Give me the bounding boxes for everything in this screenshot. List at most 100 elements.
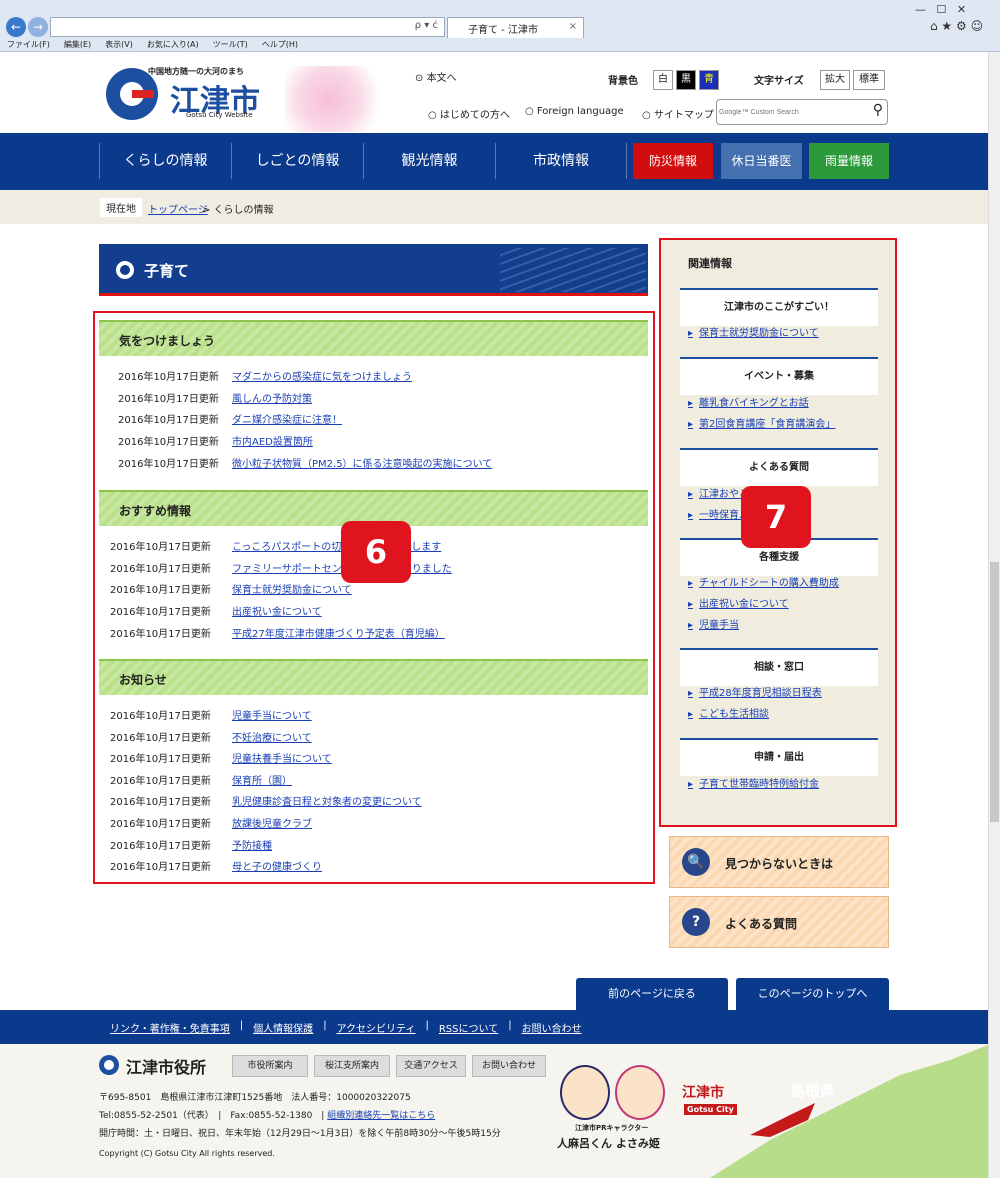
footer-btn-sakurae[interactable]: 桜江支所案内: [314, 1055, 390, 1077]
breadcrumb-top-link[interactable]: トップページ: [148, 201, 208, 216]
link-first-visit[interactable]: ○ はじめての方へ: [428, 106, 510, 121]
footer-link-accessibility[interactable]: アクセシビリティ: [327, 1020, 426, 1044]
back-page-button[interactable]: 前のページに戻る: [576, 978, 728, 1010]
page-top-button[interactable]: このページのトップへ: [736, 978, 889, 1010]
footer-btn-cityhall[interactable]: 市役所案内: [232, 1055, 308, 1077]
mascot-names: 人麻呂くん よさみ姫: [557, 1137, 660, 1150]
menu-edit[interactable]: 編集(E): [64, 38, 91, 52]
site-search[interactable]: ⚲: [716, 99, 888, 125]
footer-directory-link[interactable]: 組織別連絡先一覧はこちら: [327, 1111, 435, 1121]
list-item: 2016年10月17日更新 出産祝い金について: [110, 603, 650, 623]
list-link[interactable]: 市内AED設置箇所: [232, 433, 313, 453]
breadcrumb-label: 現在地: [100, 198, 142, 217]
list-link[interactable]: 不妊治療について: [232, 729, 312, 749]
list-link[interactable]: 児童手当について: [232, 707, 312, 727]
footer-btn-contact[interactable]: お問い合わせ: [472, 1055, 546, 1077]
sidebar-link[interactable]: 子育て世帯臨時特例給付金: [688, 775, 819, 790]
footer-btn-access[interactable]: 交通アクセス: [396, 1055, 466, 1077]
mascot-yosami-icon: [615, 1065, 665, 1120]
flower-decoration: [285, 66, 395, 132]
list-link[interactable]: 児童扶養手当について: [232, 750, 332, 770]
sidebar-link[interactable]: 出産祝い金について: [688, 595, 789, 610]
nav-disaster[interactable]: 防災情報: [633, 143, 713, 179]
sidebar-link[interactable]: 第2回食育講座「食育講演会」: [688, 415, 835, 430]
sidebar-link[interactable]: 保育士就労奨励金について: [688, 324, 819, 339]
bg-blue-button[interactable]: 青: [699, 70, 719, 90]
address-bar[interactable]: ρ ▾ ċ: [50, 17, 445, 37]
menu-file[interactable]: ファイル(F): [7, 38, 50, 52]
sidebar-group-heading: 相談・窓口: [680, 648, 878, 686]
list-link[interactable]: マダニからの感染症に気をつけましょう: [232, 368, 412, 388]
list-item: 2016年10月17日更新 ダニ媒介感染症に注意！: [118, 411, 658, 431]
sidebar-link[interactable]: 児童手当: [688, 616, 739, 631]
footer-link-legal[interactable]: リンク・著作権・免責事項: [100, 1020, 240, 1044]
menu-help[interactable]: ヘルプ(H): [262, 38, 298, 52]
footer-link-rss[interactable]: RSSについて: [429, 1020, 508, 1044]
list-link[interactable]: 乳児健康診査日程と対象者の変更について: [232, 793, 422, 813]
nav-holiday-doctor[interactable]: 休日当番医: [721, 143, 802, 179]
menu-view[interactable]: 表示(V): [105, 38, 133, 52]
sidebar-link[interactable]: こども生活相談: [688, 705, 769, 720]
footer-link-privacy[interactable]: 個人情報保護: [243, 1020, 323, 1044]
footer-link-contact[interactable]: お問い合わせ: [512, 1020, 592, 1044]
list-link[interactable]: 放課後児童クラブ: [232, 815, 312, 835]
list-link[interactable]: 母と子の健康づくり: [232, 858, 322, 878]
bg-black-button[interactable]: 黒: [676, 70, 696, 90]
list-link[interactable]: 平成27年度江津市健康づくり予定表（育児編）: [232, 625, 445, 645]
font-standard-button[interactable]: 標準: [853, 70, 885, 90]
bg-white-button[interactable]: 白: [653, 70, 673, 90]
sidebar-title: 関連情報: [688, 257, 732, 270]
site-search-input[interactable]: [719, 101, 859, 123]
search-icon[interactable]: ⚲: [873, 102, 883, 118]
question-icon: ?: [682, 908, 710, 936]
breadcrumb-current: > くらしの情報: [202, 205, 274, 216]
sidebar-link[interactable]: 一時保育…: [688, 506, 749, 521]
font-size-label: 文字サイズ: [754, 76, 804, 87]
list-item: 2016年10月17日更新 保育所（園）: [110, 772, 650, 792]
mascot-caption: 江津市PRキャラクター: [575, 1124, 649, 1132]
nav-work[interactable]: しごとの情報: [231, 143, 363, 179]
site-name-en: Gotsu City Website: [186, 111, 253, 119]
search-icon[interactable]: ρ ▾ ċ: [415, 20, 438, 31]
faq-label: よくある質問: [725, 917, 798, 931]
not-found-label: 見つからないときは: [725, 857, 834, 871]
footer-links: リンク・著作権・免責事項 | 個人情報保護 | アクセシビリティ | RSSについて |…: [0, 1010, 988, 1044]
list-link[interactable]: 微小粒子状物質（PM2.5）に係る注意喚起の実施について: [232, 455, 492, 475]
forward-icon[interactable]: →: [28, 17, 48, 37]
list-item: 2016年10月17日更新 乳児健康診査日程と対象者の変更について: [110, 793, 650, 813]
link-sitemap[interactable]: ○ サイトマップ: [642, 106, 714, 121]
skip-link[interactable]: ⊙ 本文へ: [415, 69, 457, 84]
title-circle-icon: [116, 261, 134, 279]
link-foreign-language[interactable]: ○ Foreign language: [525, 106, 624, 117]
sidebar-link[interactable]: 離乳食バイキングとお話: [688, 394, 809, 409]
list-link[interactable]: 予防接種: [232, 837, 272, 857]
menu-tools[interactable]: ツール(T): [213, 38, 248, 52]
sidebar-group-heading: 申請・届出: [680, 738, 878, 776]
nav-living[interactable]: くらしの情報: [99, 143, 231, 179]
sidebar-link[interactable]: チャイルドシートの購入費助成: [688, 574, 839, 589]
sidebar-group-heading: イベント・募集: [680, 357, 878, 395]
bg-label: 背景色: [608, 76, 638, 87]
list-link[interactable]: 保育所（園）: [232, 772, 292, 792]
list-link[interactable]: 風しんの予防対策: [232, 390, 312, 410]
list-link[interactable]: 出産祝い金について: [232, 603, 322, 623]
scrollbar[interactable]: [988, 52, 1000, 1178]
list-link[interactable]: 保育士就労奨励金について: [232, 581, 352, 601]
window-controls[interactable]: — ☐ ✕: [915, 3, 966, 16]
menu-favorites[interactable]: お気に入り(A): [147, 38, 199, 52]
list-item: 2016年10月17日更新 児童手当について: [110, 707, 650, 727]
sidebar-link[interactable]: 平成28年度育児相談日程表: [688, 684, 822, 699]
nav-tourism[interactable]: 観光情報: [363, 143, 495, 179]
list-item: 2016年10月17日更新 保育士就労奨励金について: [110, 581, 650, 601]
font-enlarge-button[interactable]: 拡大: [820, 70, 850, 90]
close-tab-icon[interactable]: ×: [569, 21, 577, 32]
list-link[interactable]: ダニ媒介感染症に注意！: [232, 411, 342, 431]
toolbar-icons[interactable]: ⌂ ★ ⚙ ☺: [930, 19, 983, 33]
browser-tab[interactable]: 子育て - 江津市 ×: [447, 17, 584, 38]
back-icon[interactable]: ←: [6, 17, 26, 37]
footer-logo-icon: [99, 1055, 119, 1075]
globe-search-icon: 🔍: [682, 848, 710, 876]
nav-rainfall[interactable]: 雨量情報: [809, 143, 889, 179]
footer-copyright: Copyright (C) Gotsu City All rights rese…: [99, 1149, 275, 1158]
nav-city-admin[interactable]: 市政情報: [495, 143, 627, 179]
